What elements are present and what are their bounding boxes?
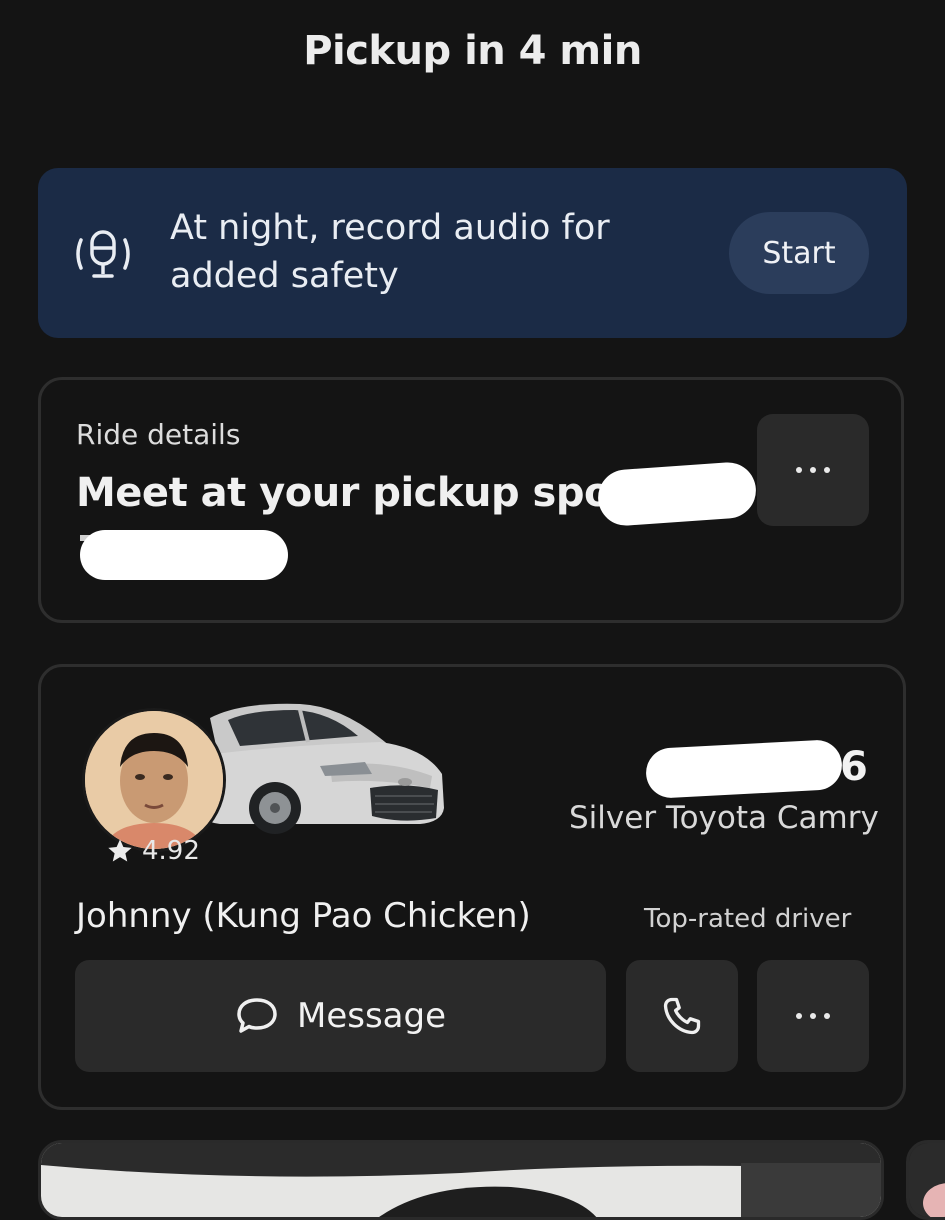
driver-rating: 4.92 (106, 836, 200, 866)
car-interior-photo (41, 1143, 881, 1217)
card-thumbnail (909, 1143, 945, 1217)
page-title: Pickup in 4 min (303, 28, 642, 74)
more-dots-icon (796, 467, 830, 473)
ride-options-button[interactable] (757, 414, 869, 526)
message-driver-button[interactable]: Message (75, 960, 606, 1072)
next-card[interactable] (906, 1140, 945, 1220)
pickup-instruction: Meet at your pickup spot (76, 470, 630, 516)
car-model: Silver Toyota Camry (569, 800, 879, 836)
redaction-mark (644, 738, 844, 800)
ride-details-label: Ride details (76, 418, 241, 451)
start-recording-button[interactable]: Start (729, 212, 869, 294)
driver-options-button[interactable] (757, 960, 869, 1072)
redaction-mark (596, 460, 758, 528)
phone-icon (663, 997, 701, 1035)
license-plate: 6 (840, 744, 868, 790)
chat-bubble-icon (237, 998, 277, 1033)
safety-message: At night, record audio for added safety (170, 208, 610, 296)
more-dots-icon (796, 1013, 830, 1019)
driver-photo (85, 711, 223, 849)
record-audio-icon (76, 230, 130, 278)
message-label: Message (296, 996, 446, 1036)
driver-avatar[interactable] (82, 708, 226, 852)
star-icon (108, 839, 132, 862)
driver-name: Johnny (Kung Pao Chicken) (76, 896, 531, 936)
redaction-mark (80, 530, 288, 580)
rating-value: 4.92 (142, 836, 200, 866)
call-driver-button[interactable] (626, 960, 738, 1072)
top-rated-badge: Top-rated driver (644, 904, 852, 934)
safety-photo-card[interactable] (38, 1140, 884, 1220)
